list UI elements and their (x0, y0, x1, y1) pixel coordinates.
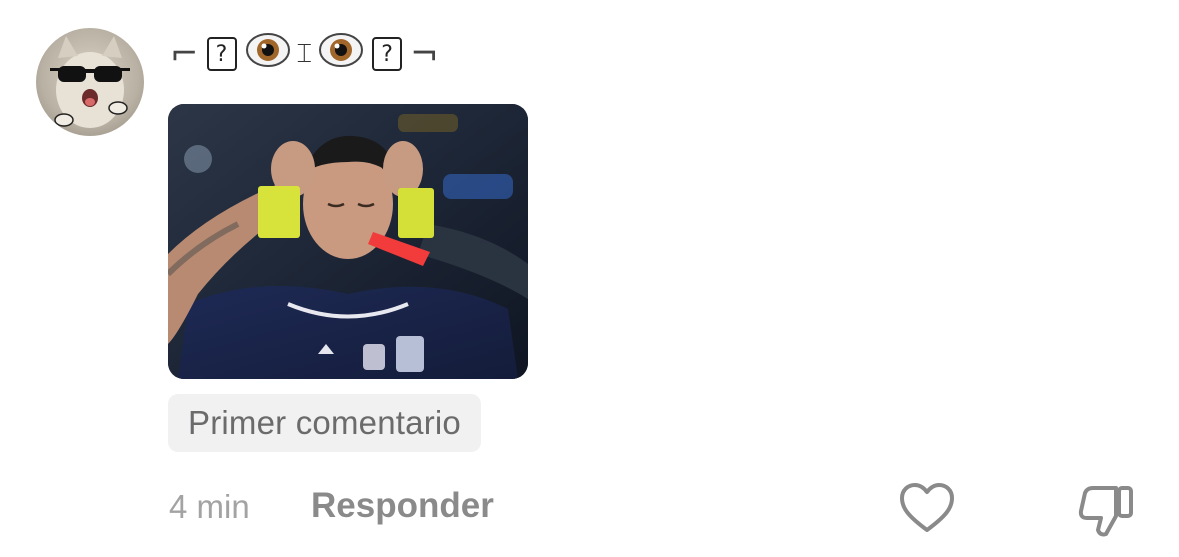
comment-image[interactable] (168, 104, 528, 379)
username-left-corner: ⌐ (170, 34, 199, 74)
dislike-button[interactable] (1076, 482, 1136, 538)
username-mouth-glyph: ⌶ (296, 38, 313, 69)
first-comment-badge: Primer comentario (168, 394, 481, 452)
username[interactable]: ⌐ ? ⌶ ? ¬ (170, 31, 439, 77)
eye-icon (318, 31, 364, 77)
reply-button[interactable]: Responder (311, 486, 494, 526)
username-unknown-glyph: ? (206, 37, 237, 71)
avatar[interactable] (36, 28, 144, 136)
player-cards-photo (168, 104, 528, 379)
cat-sunglasses-icon (50, 36, 130, 128)
eye-icon (245, 31, 291, 77)
heart-icon (900, 483, 954, 532)
comment-timestamp: 4 min (169, 488, 250, 525)
username-unknown-glyph: ? (372, 37, 403, 71)
username-right-corner: ¬ (410, 34, 439, 74)
like-button[interactable] (898, 482, 956, 534)
thumbs-down-icon (1078, 486, 1133, 537)
